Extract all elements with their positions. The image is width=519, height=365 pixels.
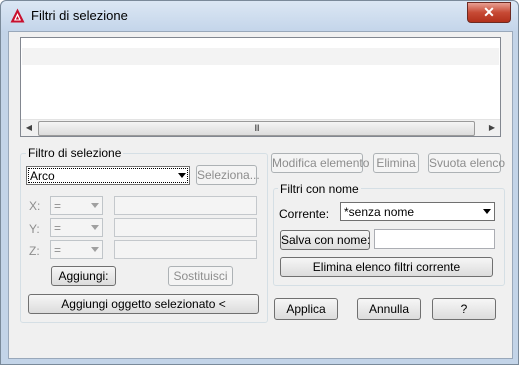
z-value-field[interactable] — [114, 240, 257, 259]
clear-list-button[interactable]: Svuota elenco — [428, 153, 505, 173]
replace-button[interactable]: Sostituisci — [168, 266, 233, 286]
help-button[interactable]: ? — [432, 298, 496, 320]
x-label: X: — [29, 199, 41, 213]
y-label: Y: — [29, 222, 40, 236]
chevron-down-icon — [483, 209, 491, 214]
close-button[interactable]: ✕ — [467, 2, 511, 23]
grip-icon: III — [254, 123, 259, 133]
z-operator-value: = — [54, 243, 62, 257]
current-filter-dropdown[interactable]: *senza nome — [340, 202, 495, 221]
x-operator-dropdown[interactable]: = — [50, 196, 103, 215]
object-type-dropdown[interactable]: Arco — [26, 166, 190, 185]
scroll-right-icon[interactable]: ▶ — [484, 120, 500, 136]
apply-button[interactable]: Applica — [274, 298, 338, 320]
z-operator-dropdown[interactable]: = — [50, 240, 103, 259]
save-as-button[interactable]: Salva con nome: — [280, 230, 370, 250]
z-label: Z: — [29, 244, 40, 258]
y-operator-dropdown[interactable]: = — [50, 218, 103, 237]
add-selected-object-button[interactable]: Aggiungi oggetto selezionato < — [28, 294, 259, 314]
object-type-value: Arco — [30, 169, 55, 183]
title-bar[interactable]: Filtri di selezione ✕ — [1, 1, 518, 31]
chevron-down-icon — [91, 225, 99, 230]
filter-list[interactable]: ◀ III ▶ — [20, 37, 501, 137]
scroll-left-icon[interactable]: ◀ — [21, 120, 37, 136]
autocad-logo-icon — [10, 8, 25, 23]
delete-current-filter-list-button[interactable]: Elimina elenco filtri corrente — [280, 257, 493, 277]
chevron-down-icon — [178, 173, 186, 178]
horizontal-scrollbar[interactable]: ◀ III ▶ — [21, 119, 500, 136]
scrollbar-thumb[interactable]: III — [38, 121, 475, 136]
named-filters-group-label: Filtri con nome — [278, 182, 361, 196]
selection-filter-group-label: Filtro di selezione — [26, 146, 124, 160]
chevron-down-icon — [91, 203, 99, 208]
y-operator-value: = — [54, 221, 62, 235]
x-operator-value: = — [54, 199, 62, 213]
list-item[interactable] — [22, 48, 499, 65]
close-icon: ✕ — [483, 4, 495, 20]
current-filter-value: *senza nome — [344, 205, 415, 219]
y-value-field[interactable] — [114, 218, 257, 237]
add-button[interactable]: Aggiungi: — [51, 266, 116, 286]
dialog-window: Filtri di selezione ✕ ◀ III ▶ Filtro di … — [0, 0, 519, 365]
cancel-button[interactable]: Annulla — [357, 298, 421, 320]
x-value-field[interactable] — [114, 196, 257, 215]
chevron-down-icon — [91, 247, 99, 252]
window-title: Filtri di selezione — [31, 8, 128, 23]
save-as-name-input[interactable] — [374, 229, 495, 249]
current-label: Corrente: — [279, 207, 330, 221]
select-button[interactable]: Seleziona... — [196, 165, 260, 185]
dialog-body: ◀ III ▶ Filtro di selezione Arco Selezio… — [8, 31, 513, 359]
edit-item-button[interactable]: Modifica elemento — [271, 153, 369, 173]
delete-button[interactable]: Elimina — [373, 153, 419, 173]
